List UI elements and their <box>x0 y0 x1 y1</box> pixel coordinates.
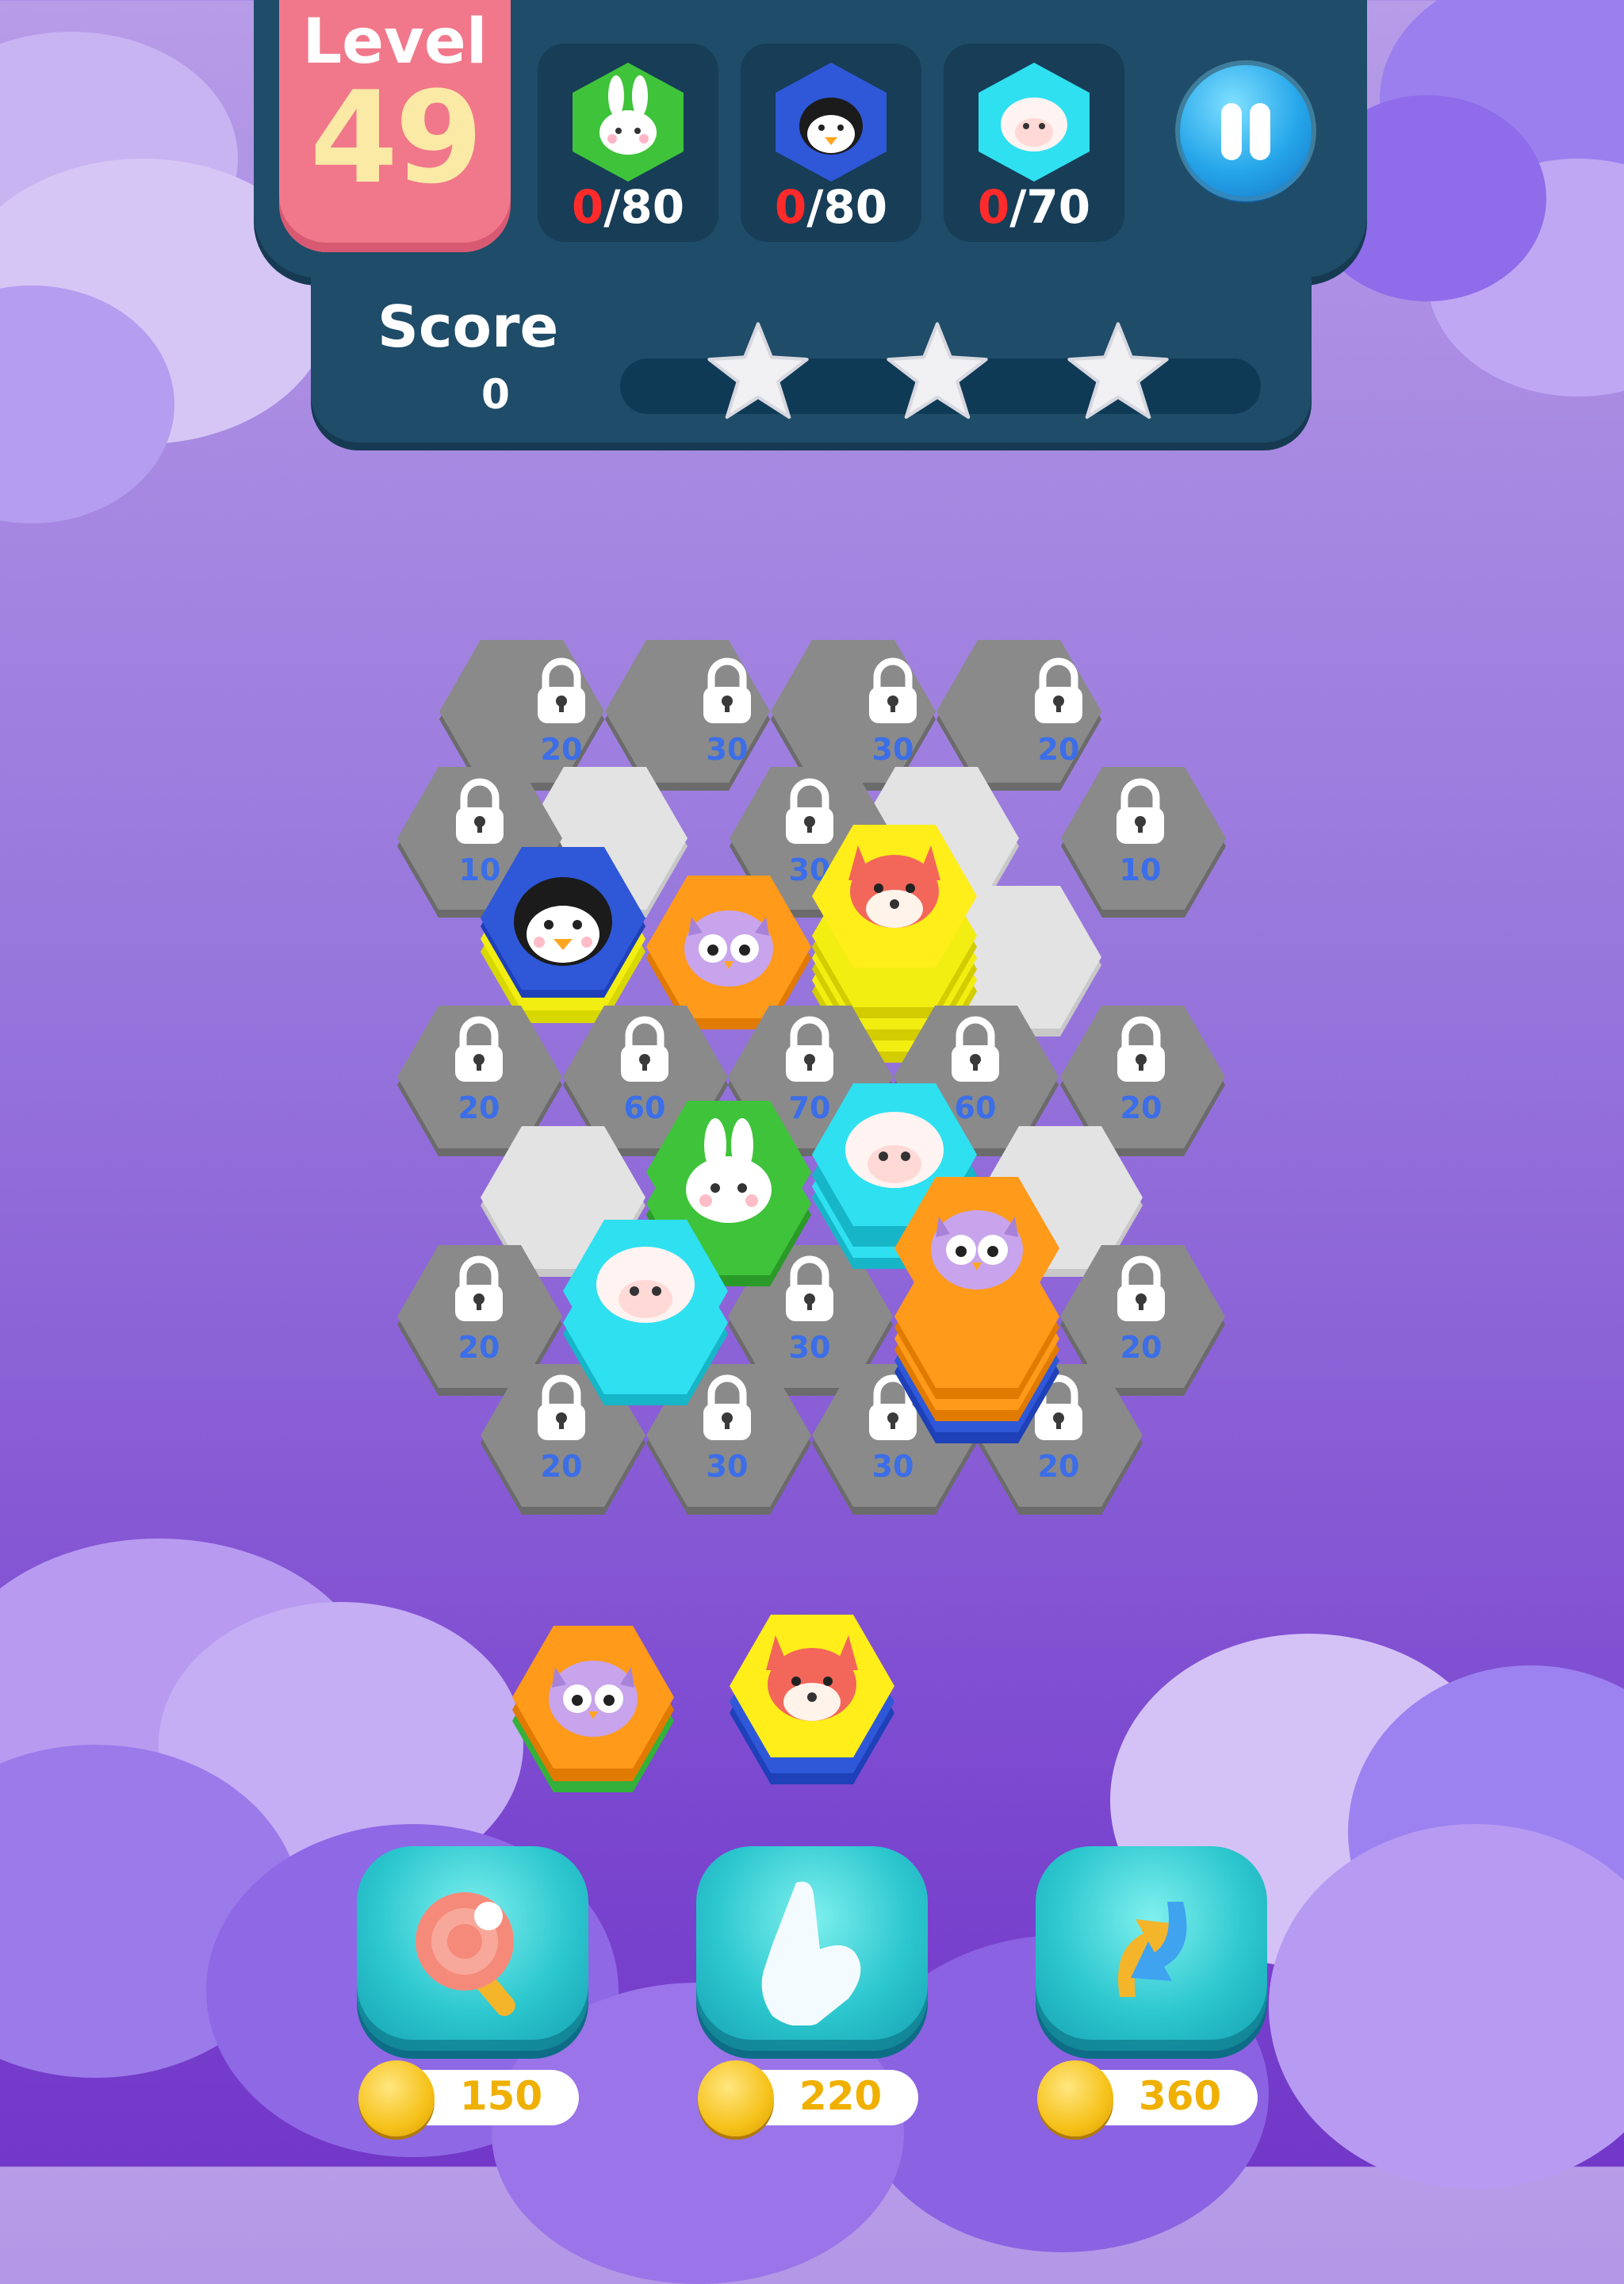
lock-cost: 20 <box>458 1330 500 1365</box>
hand-booster-button[interactable] <box>696 1846 928 2051</box>
paw-coin-icon <box>358 2060 435 2136</box>
fox-icon <box>766 1635 858 1721</box>
lock-cost: 30 <box>707 1449 749 1484</box>
sheep-icon <box>845 1112 944 1188</box>
lock-cost: 70 <box>789 1090 831 1125</box>
lock-cost: 60 <box>955 1090 997 1125</box>
hand-icon <box>761 1881 861 2025</box>
lock-cost: 10 <box>1120 853 1162 887</box>
lock-cost: 30 <box>707 732 749 767</box>
fox-icon <box>848 845 940 928</box>
lock-cost: 60 <box>624 1090 666 1125</box>
lock-cost: 20 <box>1038 732 1080 767</box>
tray-piece-fox[interactable] <box>730 1615 894 1784</box>
owl-icon <box>684 910 773 987</box>
shuffle-booster-button[interactable] <box>1036 1846 1267 2051</box>
lock-cost: 20 <box>1038 1449 1080 1484</box>
locked-tile[interactable]: 10 <box>1061 767 1226 918</box>
penguin-icon <box>514 877 612 966</box>
sheep-icon <box>596 1247 695 1323</box>
hammer-booster-button[interactable] <box>357 1846 588 2051</box>
owl-icon <box>931 1210 1023 1290</box>
hammer-icon <box>416 1892 515 2017</box>
lock-cost: 30 <box>872 732 914 767</box>
lock-cost: 30 <box>789 1330 831 1365</box>
hand-cost: 220 <box>698 2060 918 2136</box>
lock-cost: 20 <box>541 732 583 767</box>
shuffle-cost: 360 <box>1037 2060 1258 2136</box>
lock-cost: 20 <box>541 1449 583 1484</box>
lock-cost: 20 <box>1120 1090 1162 1125</box>
hex-board[interactable]: 20 30 30 20 10 30 10 20 60 70 60 20 20 3… <box>0 0 1624 2167</box>
tile-stack-owl[interactable] <box>894 1177 1059 1443</box>
lock-cost: 10 <box>459 853 501 887</box>
lock-cost: 20 <box>1120 1330 1162 1365</box>
owl-icon <box>549 1661 638 1737</box>
paw-coin-icon <box>698 2060 774 2136</box>
lock-cost: 20 <box>458 1090 500 1125</box>
hammer-cost: 150 <box>358 2060 579 2136</box>
tray-piece-owl[interactable] <box>512 1626 674 1792</box>
paw-coin-icon <box>1037 2060 1113 2136</box>
lock-cost: 30 <box>872 1449 914 1484</box>
shuffle-icon <box>1118 1902 1187 1997</box>
